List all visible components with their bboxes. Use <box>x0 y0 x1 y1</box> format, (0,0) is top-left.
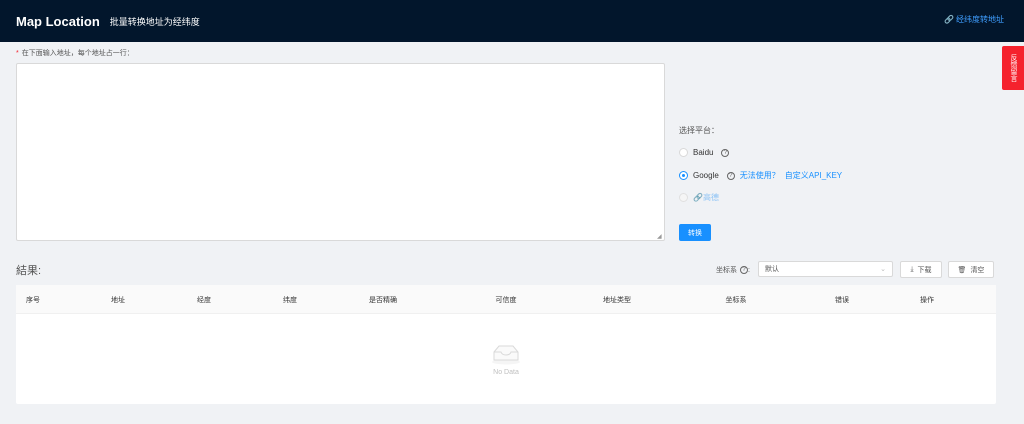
link-icon: 🔗 <box>693 193 703 202</box>
app-subtitle: 批量转换地址为经纬度 <box>109 16 200 27</box>
clear-button[interactable]: 🗑 清空 <box>948 261 994 278</box>
coord-system-value: 默认 <box>765 266 779 273</box>
table-header: 序号 地址 经度 纬度 是否精确 可信度 地址类型 坐标系 错误 操作 <box>16 285 996 314</box>
coord-system-select[interactable]: 默认 ⌄ <box>758 261 893 277</box>
results-title: 結果: <box>16 265 42 277</box>
radio-gaode[interactable] <box>679 193 688 202</box>
empty-state: No Data <box>16 314 996 404</box>
column-header: 经度 <box>197 297 211 304</box>
platform-option-label: Google <box>693 171 719 180</box>
column-header: 可信度 <box>495 297 517 304</box>
column-header: 纬度 <box>283 297 297 304</box>
help-icon[interactable]: ? <box>740 266 748 274</box>
results-table: 序号 地址 经度 纬度 是否精确 可信度 地址类型 坐标系 错误 操作 No D… <box>16 285 996 404</box>
platform-option-google[interactable]: Google ? 无法使用？ 自定义API_KEY <box>679 170 842 181</box>
download-icon: ⤓ <box>910 265 914 273</box>
platform-label: 选择平台： <box>679 126 719 135</box>
platform-option-gaode[interactable]: 🔗高德 <box>679 192 719 203</box>
app-header: Map Location 批量转换地址为经纬度 🔗 经纬度转地址 <box>0 0 1024 42</box>
platform-option-label: Baidu <box>693 148 714 157</box>
link-icon: 🔗 <box>944 15 954 24</box>
column-header: 操作 <box>920 297 934 304</box>
custom-api-key-link[interactable]: 自定义API_KEY <box>785 170 842 181</box>
gaode-link[interactable]: 🔗高德 <box>693 192 719 203</box>
help-icon[interactable]: ? <box>726 171 735 180</box>
column-header: 地址 <box>111 297 125 304</box>
coord-system-label: 坐标系?: <box>716 266 750 274</box>
reverse-geocode-link-label: 经纬度转地址 <box>956 15 1004 24</box>
address-input[interactable] <box>16 63 665 241</box>
download-button[interactable]: ⤓ 下载 <box>900 261 942 278</box>
feedback-tab[interactable]: 反馈留言 <box>1002 46 1024 90</box>
trash-icon: 🗑 <box>957 266 967 274</box>
address-input-label-text: 在下面输入地址，每个地址占一行： <box>21 50 134 57</box>
empty-box-icon <box>492 345 520 364</box>
cannot-use-link[interactable]: 无法使用？ <box>740 170 780 181</box>
address-input-label: * 在下面输入地址，每个地址占一行： <box>16 48 134 58</box>
column-header: 是否精确 <box>369 297 397 304</box>
app-title: Map Location <box>16 13 100 29</box>
required-mark: * <box>16 50 19 57</box>
radio-baidu[interactable] <box>679 148 688 157</box>
convert-button[interactable]: 转换 <box>679 224 711 241</box>
platform-option-baidu[interactable]: Baidu ? <box>679 148 730 157</box>
empty-text: No Data <box>493 368 519 376</box>
resize-grip-icon[interactable]: ◢ <box>657 233 662 240</box>
reverse-geocode-link[interactable]: 🔗 经纬度转地址 <box>944 14 1004 25</box>
column-header: 错误 <box>835 297 849 304</box>
radio-google[interactable] <box>679 171 688 180</box>
help-icon[interactable]: ? <box>721 148 730 157</box>
column-header: 坐标系 <box>725 297 747 304</box>
column-header: 地址类型 <box>603 297 631 304</box>
chevron-down-icon: ⌄ <box>880 266 886 273</box>
column-header: 序号 <box>26 297 40 304</box>
